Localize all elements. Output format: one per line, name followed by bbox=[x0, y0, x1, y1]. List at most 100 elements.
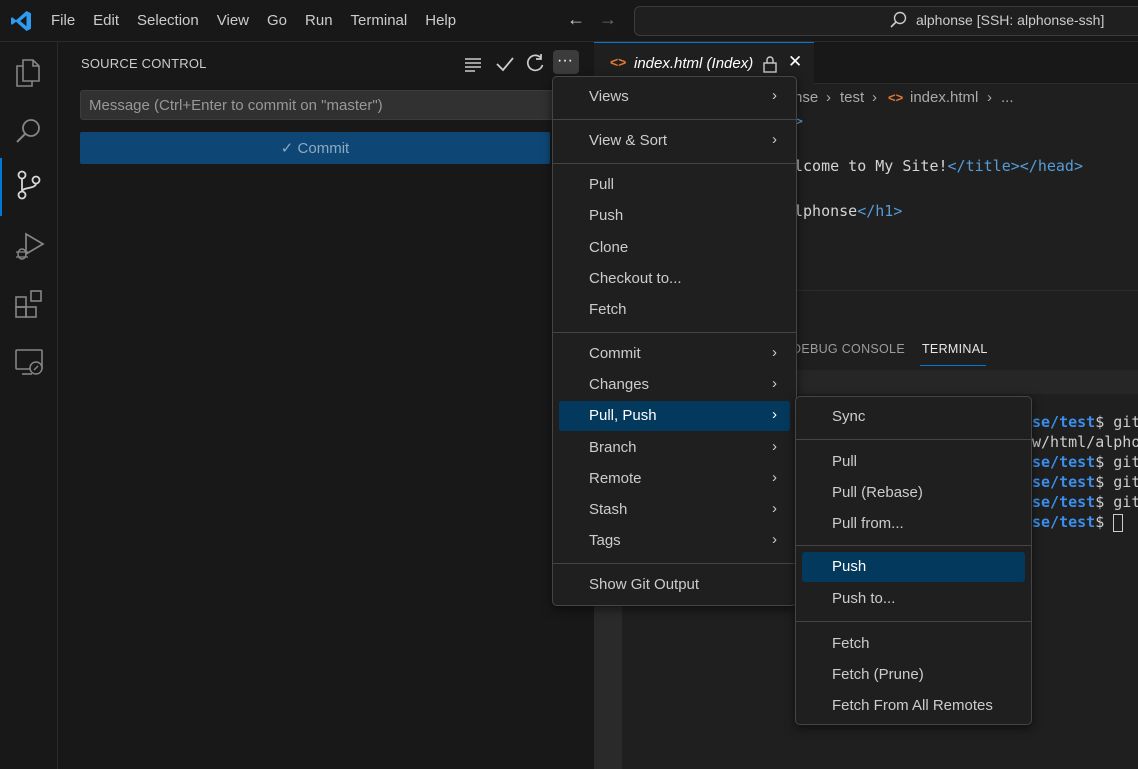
check-icon[interactable] bbox=[494, 53, 516, 75]
menu-item-stash[interactable]: Stash › bbox=[559, 495, 790, 525]
submenu-item-sync[interactable]: Sync bbox=[802, 402, 1025, 432]
remote-explorer-icon bbox=[15, 349, 43, 375]
submenu-item-pull-from[interactable]: Pull from... bbox=[802, 509, 1025, 539]
menu-item-label: Pull bbox=[832, 453, 858, 470]
menu-item-tags[interactable]: Tags › bbox=[559, 526, 790, 556]
menu-selection[interactable]: Selection bbox=[128, 12, 208, 29]
tab-terminal[interactable]: TERMINAL bbox=[922, 342, 988, 356]
sidebar-title: SOURCE CONTROL bbox=[81, 56, 207, 71]
menu-item-pull-push[interactable]: Pull, Push › bbox=[559, 401, 790, 431]
view-as-tree-icon[interactable] bbox=[462, 54, 484, 76]
menu-item-views[interactable]: Views › bbox=[559, 82, 790, 112]
tab-debug-console[interactable]: DEBUG CONSOLE bbox=[792, 342, 905, 356]
menu-view[interactable]: View bbox=[208, 12, 258, 29]
menu-run[interactable]: Run bbox=[296, 12, 342, 29]
activity-extensions[interactable] bbox=[0, 278, 57, 326]
terminal-text: $ git bbox=[1095, 413, 1138, 431]
menu-file[interactable]: File bbox=[42, 12, 84, 29]
breadcrumb-file[interactable]: index.html bbox=[910, 89, 978, 106]
menu-terminal[interactable]: Terminal bbox=[342, 12, 417, 29]
ellipsis-icon: ··· bbox=[557, 52, 573, 69]
submenu-item-fetch[interactable]: Fetch bbox=[802, 629, 1025, 659]
commit-button-label: ✓ Commit bbox=[280, 140, 350, 157]
menu-item-label: Show Git Output bbox=[589, 576, 700, 593]
activity-search[interactable] bbox=[0, 106, 57, 154]
menu-item-label: Stash bbox=[589, 501, 628, 518]
menu-item-view-sort[interactable]: View & Sort › bbox=[559, 126, 790, 156]
refresh-icon[interactable] bbox=[524, 52, 546, 74]
breadcrumb-test[interactable]: test bbox=[840, 89, 864, 106]
terminal-cursor bbox=[1113, 513, 1124, 532]
menu-help[interactable]: Help bbox=[416, 12, 465, 29]
more-actions-menu: Views › View & Sort › Pull Push Clone Chec… bbox=[552, 76, 797, 606]
menu-item-label: Push bbox=[832, 558, 867, 575]
terminal-text: $ git bbox=[1095, 493, 1138, 511]
menu-item-push[interactable]: Push bbox=[559, 201, 790, 231]
menu-item-label: Fetch (Prune) bbox=[832, 666, 924, 683]
breadcrumb-more[interactable]: ... bbox=[1001, 89, 1014, 106]
menu-item-remote[interactable]: Remote › bbox=[559, 464, 790, 494]
menu-item-fetch[interactable]: Fetch bbox=[559, 295, 790, 325]
command-center-search[interactable]: alphonse [SSH: alphonse-ssh] bbox=[634, 6, 1138, 36]
menu-go[interactable]: Go bbox=[258, 12, 296, 29]
menu-item-label: Changes bbox=[589, 376, 650, 393]
chevron-right-icon: › bbox=[772, 531, 777, 548]
menu-edit[interactable]: Edit bbox=[84, 12, 128, 29]
menu-item-clone[interactable]: Clone bbox=[559, 233, 790, 263]
commit-message-placeholder: Message (Ctrl+Enter to commit on "master… bbox=[89, 97, 383, 114]
activity-explorer[interactable] bbox=[0, 48, 57, 96]
menu-item-label: Fetch From All Remotes bbox=[832, 697, 993, 714]
arrow-left-icon[interactable]: ← bbox=[567, 9, 585, 30]
menu-separator bbox=[796, 545, 1031, 546]
menu-item-label: Fetch bbox=[832, 635, 870, 652]
submenu-item-fetch-prune[interactable]: Fetch (Prune) bbox=[802, 660, 1025, 690]
submenu-item-push[interactable]: Push bbox=[802, 552, 1025, 582]
submenu-item-pull-rebase[interactable]: Pull (Rebase) bbox=[802, 478, 1025, 508]
menu-item-commit[interactable]: Commit › bbox=[559, 339, 790, 369]
activity-run-and-debug[interactable] bbox=[0, 220, 57, 268]
arrow-right-icon[interactable]: → bbox=[599, 9, 617, 30]
more-actions-button[interactable]: ··· bbox=[553, 50, 579, 74]
chevron-right-icon: › bbox=[772, 500, 777, 517]
chevron-right-icon: › bbox=[772, 469, 777, 486]
submenu-item-pull[interactable]: Pull bbox=[802, 447, 1025, 477]
activity-remote-explorer[interactable] bbox=[0, 336, 57, 384]
submenu-item-push-to[interactable]: Push to... bbox=[802, 584, 1025, 614]
html-file-icon: <> bbox=[610, 54, 627, 70]
menu-item-label: Pull bbox=[589, 176, 615, 193]
code-line: lphonse</h1> bbox=[794, 202, 902, 220]
code-text: lcome to My Site! bbox=[794, 157, 948, 175]
menu-item-pull[interactable]: Pull bbox=[559, 170, 790, 200]
chevron-right-icon: › bbox=[772, 406, 777, 423]
menu-item-label: Tags bbox=[589, 532, 621, 549]
search-icon bbox=[890, 11, 907, 28]
menu-item-label: View & Sort bbox=[589, 132, 668, 149]
terminal-line: se/test$ git bbox=[1032, 473, 1138, 491]
pull-push-submenu: Sync Pull Pull (Rebase) Pull from... Pus… bbox=[795, 396, 1032, 725]
active-tab-indicator bbox=[920, 365, 986, 366]
menu-item-changes[interactable]: Changes › bbox=[559, 370, 790, 400]
menu-item-branch[interactable]: Branch › bbox=[559, 433, 790, 463]
submenu-item-fetch-all[interactable]: Fetch From All Remotes bbox=[802, 691, 1025, 721]
tab-label: index.html (Index) bbox=[634, 55, 754, 72]
extensions-icon bbox=[15, 290, 42, 318]
menu-item-show-git-output[interactable]: Show Git Output bbox=[559, 570, 790, 600]
commit-button[interactable]: ✓ Commit bbox=[80, 132, 550, 164]
html-file-icon: <> bbox=[888, 90, 904, 105]
terminal-text: $ git bbox=[1095, 453, 1138, 471]
activity-bar bbox=[0, 42, 58, 769]
commit-message-input[interactable]: Message (Ctrl+Enter to commit on "master… bbox=[80, 90, 558, 120]
menu-item-checkout[interactable]: Checkout to... bbox=[559, 264, 790, 294]
terminal-text: $ git bbox=[1095, 473, 1138, 491]
menu-item-label: Sync bbox=[832, 408, 866, 425]
menu-item-label: Checkout to... bbox=[589, 270, 682, 287]
close-icon[interactable]: ✕ bbox=[788, 52, 802, 72]
menu-separator bbox=[553, 119, 796, 120]
menu-item-label: Push to... bbox=[832, 590, 896, 607]
chevron-right-icon: › bbox=[872, 89, 877, 106]
breadcrumb-folder[interactable]: nse bbox=[794, 89, 818, 106]
activity-source-control[interactable] bbox=[0, 158, 57, 216]
terminal-line: se/test$ bbox=[1032, 513, 1124, 532]
menu-item-label: Pull (Rebase) bbox=[832, 484, 923, 501]
menu-bar: File Edit Selection View Go Run Terminal… bbox=[42, 0, 465, 41]
